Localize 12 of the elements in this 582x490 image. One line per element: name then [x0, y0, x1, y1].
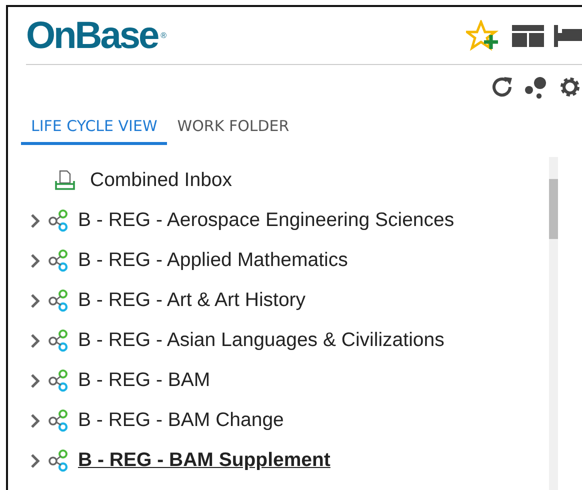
tree-item[interactable]: B - REG - Art & Art History [78, 286, 306, 316]
registered-mark: ® [160, 30, 167, 42]
tree-item[interactable]: Combined Inbox [90, 166, 232, 196]
tree-item[interactable]: B - REG - BAM Change [78, 406, 284, 436]
tree-item[interactable]: B - REG - Asian Languages & Civilizations [78, 326, 444, 356]
tree-item[interactable]: B - REG - BAM [78, 366, 210, 396]
tab[interactable]: LIFE CYCLE VIEW [21, 109, 168, 144]
tab[interactable]: WORK FOLDER [167, 109, 300, 144]
logo: OnBase [26, 16, 158, 54]
tree-item[interactable]: B - REG - Aerospace Engineering Sciences [78, 206, 454, 236]
tree-item[interactable]: B - REG - Applied Mathematics [78, 246, 348, 276]
tree-item[interactable]: B - REG - BAM Supplement [78, 446, 330, 476]
